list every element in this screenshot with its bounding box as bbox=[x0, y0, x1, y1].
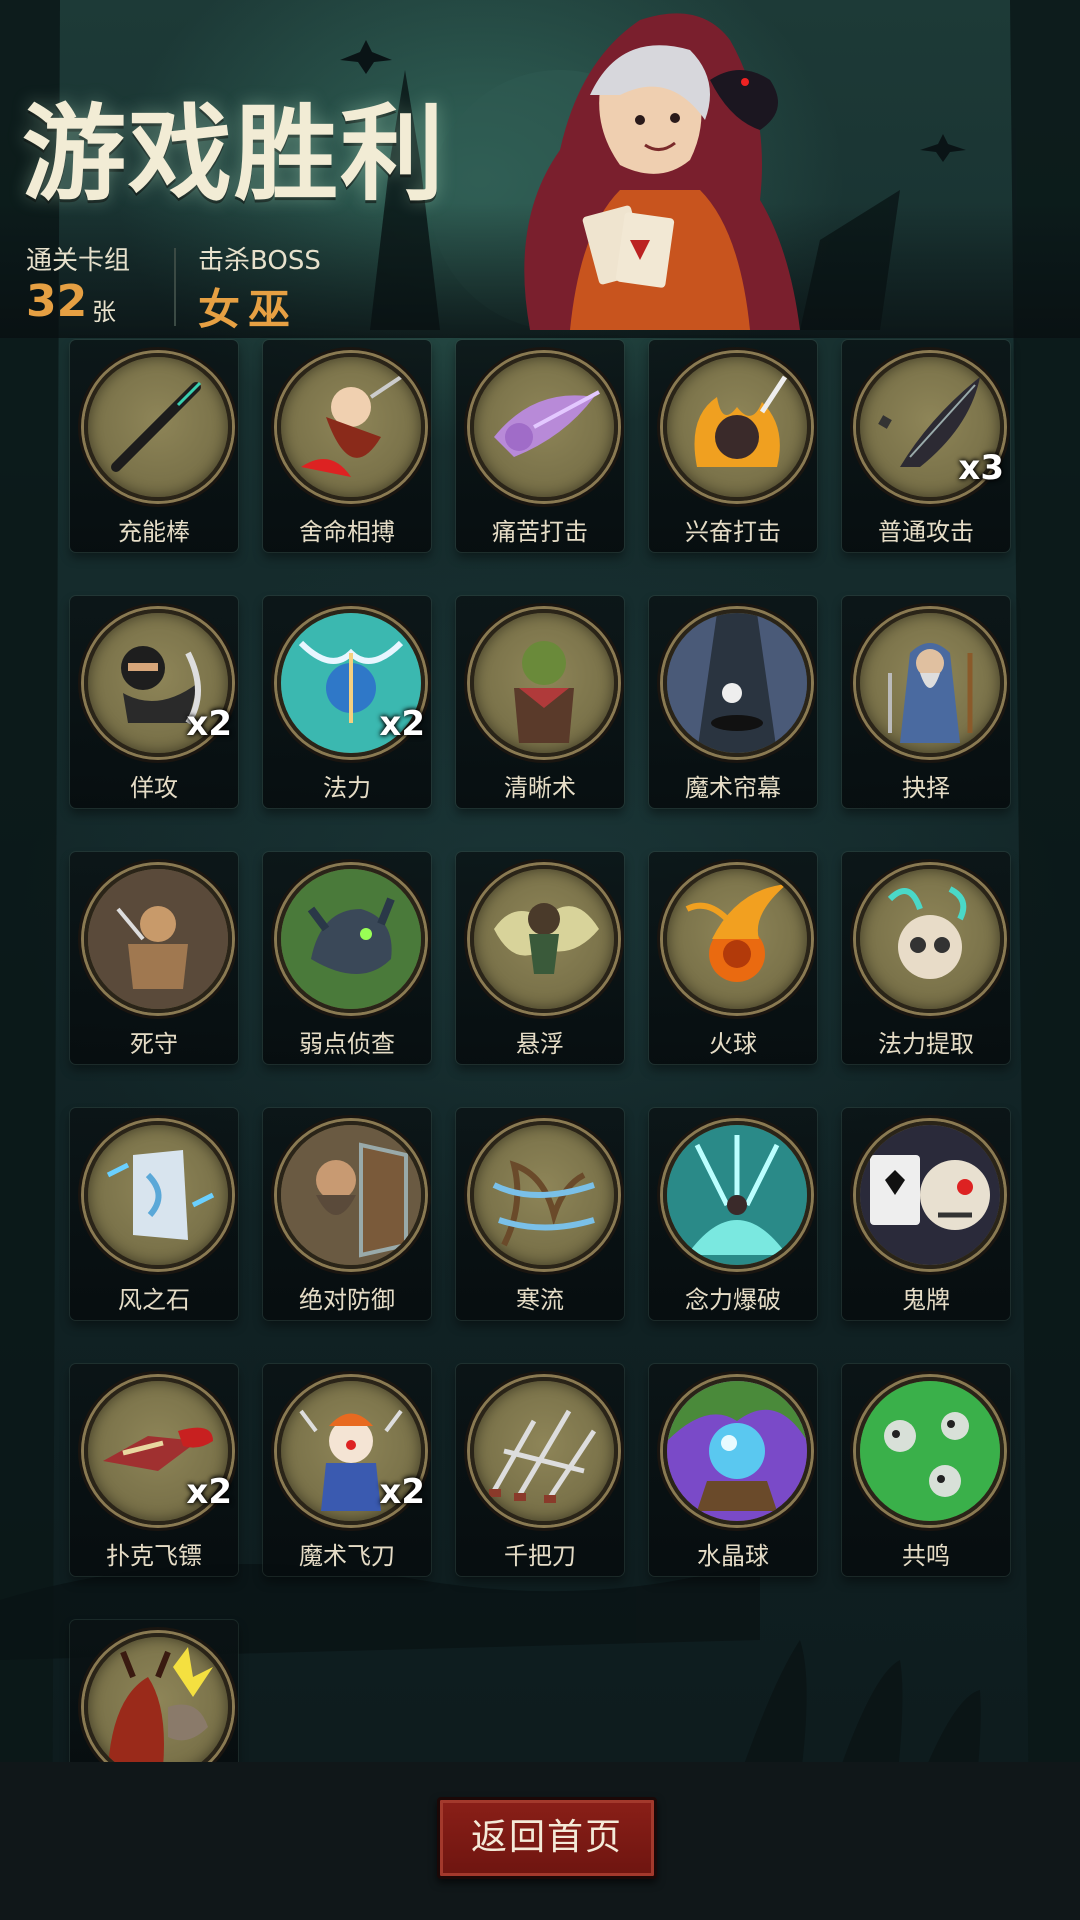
skull-card-icon bbox=[856, 1121, 1004, 1269]
deck-card[interactable]: 痛苦打击 bbox=[456, 340, 624, 552]
card-name: 悬浮 bbox=[516, 1030, 564, 1058]
deck-card[interactable]: 魔术帘幕 bbox=[649, 596, 817, 808]
deck-card[interactable]: x2 佯攻 bbox=[70, 596, 238, 808]
card-name: 念力爆破 bbox=[685, 1286, 781, 1314]
boss-label: 击杀BOSS bbox=[198, 246, 321, 276]
card-name: 寒流 bbox=[516, 1286, 564, 1314]
wolf-icon bbox=[277, 865, 425, 1013]
deck-card[interactable]: x2 魔术飞刀 bbox=[263, 1364, 431, 1576]
deck-card[interactable]: 法力提取 bbox=[842, 852, 1010, 1064]
wizard-choice-icon bbox=[856, 609, 1004, 757]
crystal-ball-icon bbox=[663, 1377, 811, 1525]
card-name: 兴奋打击 bbox=[685, 518, 781, 546]
card-name: 魔术帘幕 bbox=[685, 774, 781, 802]
card-name: 共鸣 bbox=[902, 1542, 950, 1570]
card-count-badge: x2 bbox=[379, 704, 425, 744]
card-name: 扑克飞镖 bbox=[106, 1542, 202, 1570]
return-home-button[interactable]: 返回首页 bbox=[437, 1797, 657, 1879]
deck-card[interactable]: 充能棒 bbox=[70, 340, 238, 552]
victory-header: 游戏胜利 通关卡组 32 张 击杀BOSS 女巫 bbox=[0, 0, 1080, 338]
deck-card[interactable]: 悬浮 bbox=[456, 852, 624, 1064]
deck-label: 通关卡组 bbox=[26, 246, 131, 276]
card-name: 死守 bbox=[130, 1030, 178, 1058]
deck-card[interactable]: 死守 bbox=[70, 852, 238, 1064]
card-name: 舍命相搏 bbox=[299, 518, 395, 546]
card-name: 法力提取 bbox=[878, 1030, 974, 1058]
stat-divider bbox=[174, 248, 176, 326]
card-count-badge: x2 bbox=[379, 1472, 425, 1512]
defender-icon bbox=[84, 865, 232, 1013]
cold-wave-icon bbox=[470, 1121, 618, 1269]
goblin-icon bbox=[470, 609, 618, 757]
card-name: 清晰术 bbox=[504, 774, 576, 802]
deck-count: 32 bbox=[26, 276, 88, 327]
deck-card[interactable]: x3 普通攻击 bbox=[842, 340, 1010, 552]
deck-card[interactable]: x2 法力 bbox=[263, 596, 431, 808]
card-name: 魔术飞刀 bbox=[299, 1542, 395, 1570]
card-name: 水晶球 bbox=[697, 1542, 769, 1570]
card-name: 充能棒 bbox=[118, 518, 190, 546]
skull-mana-icon bbox=[856, 865, 1004, 1013]
deck-card[interactable]: 抉择 bbox=[842, 596, 1010, 808]
fireball-icon bbox=[663, 865, 811, 1013]
deck-card[interactable]: 风之石 bbox=[70, 1108, 238, 1320]
deck-card[interactable]: 寒流 bbox=[456, 1108, 624, 1320]
boss-name: 女巫 bbox=[198, 285, 299, 334]
card-name: 普通攻击 bbox=[878, 518, 974, 546]
card-name: 佯攻 bbox=[130, 774, 178, 802]
card-name: 痛苦打击 bbox=[492, 518, 588, 546]
desperate-fighter-icon bbox=[277, 353, 425, 501]
deck-card[interactable]: 舍命相搏 bbox=[263, 340, 431, 552]
deck-card[interactable]: 绝对防御 bbox=[263, 1108, 431, 1320]
dwarf-shield-icon bbox=[277, 1121, 425, 1269]
card-name: 法力 bbox=[323, 774, 371, 802]
deck-card[interactable]: 火球 bbox=[649, 852, 817, 1064]
card-count-badge: x2 bbox=[186, 1472, 232, 1512]
card-name: 火球 bbox=[709, 1030, 757, 1058]
card-name: 抉择 bbox=[902, 774, 950, 802]
demon-strike-icon bbox=[84, 1633, 232, 1781]
wind-stone-icon bbox=[84, 1121, 232, 1269]
card-name: 鬼牌 bbox=[902, 1286, 950, 1314]
card-name: 弱点侦查 bbox=[299, 1030, 395, 1058]
deck-unit: 张 bbox=[92, 298, 116, 326]
thousand-knives-icon bbox=[470, 1377, 618, 1525]
deck-card[interactable]: 弱点侦查 bbox=[263, 852, 431, 1064]
card-count-badge: x3 bbox=[958, 448, 1004, 488]
card-name: 千把刀 bbox=[504, 1542, 576, 1570]
witch-boss-portrait bbox=[524, 13, 800, 330]
resonance-skulls-icon bbox=[856, 1377, 1004, 1525]
card-name: 绝对防御 bbox=[299, 1286, 395, 1314]
deck-card[interactable]: x2 扑克飞镖 bbox=[70, 1364, 238, 1576]
excited-strike-icon bbox=[663, 353, 811, 501]
page-title: 游戏胜利 bbox=[22, 93, 447, 215]
pain-strike-icon bbox=[470, 353, 618, 501]
deck-card[interactable]: 千把刀 bbox=[456, 1364, 624, 1576]
wand-icon bbox=[84, 353, 232, 501]
deck-card[interactable]: 鬼牌 bbox=[842, 1108, 1010, 1320]
telekinetic-blast-icon bbox=[663, 1121, 811, 1269]
magic-curtain-icon bbox=[663, 609, 811, 757]
card-count-badge: x2 bbox=[186, 704, 232, 744]
card-name: 风之石 bbox=[118, 1286, 190, 1314]
levitate-icon bbox=[470, 865, 618, 1013]
deck-card[interactable]: 念力爆破 bbox=[649, 1108, 817, 1320]
deck-card[interactable]: 水晶球 bbox=[649, 1364, 817, 1576]
deck-card[interactable]: 清晰术 bbox=[456, 596, 624, 808]
deck-card[interactable]: 兴奋打击 bbox=[649, 340, 817, 552]
deck-card[interactable]: 共鸣 bbox=[842, 1364, 1010, 1576]
